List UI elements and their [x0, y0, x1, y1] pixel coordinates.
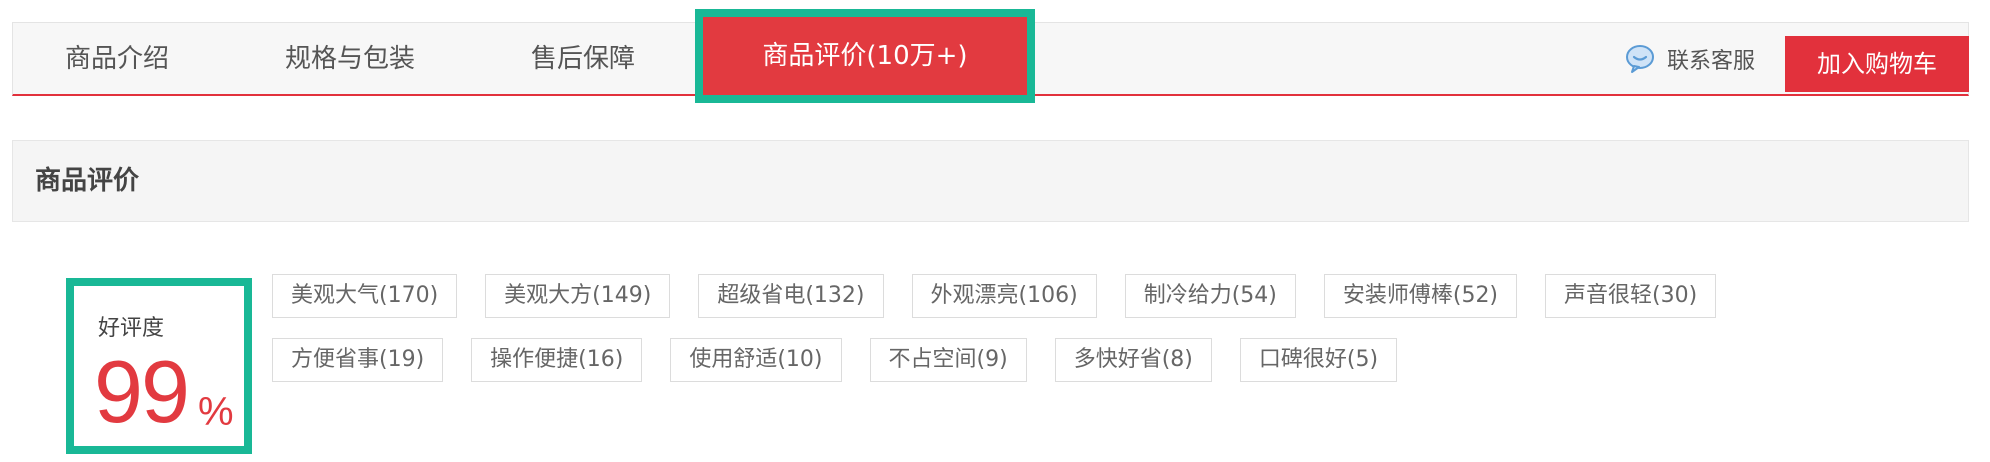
chat-bubble-icon: [1625, 44, 1655, 74]
review-tag[interactable]: 美观大方(149): [485, 274, 671, 318]
reviews-section-header: 商品评价: [12, 140, 1969, 222]
review-tag[interactable]: 声音很轻(30): [1545, 274, 1717, 318]
review-tag[interactable]: 操作便捷(16): [471, 338, 643, 382]
contact-service-link[interactable]: 联系客服: [1625, 23, 1755, 95]
review-tag[interactable]: 超级省电(132): [698, 274, 884, 318]
review-tag[interactable]: 美观大气(170): [272, 274, 458, 318]
tab-after-sales[interactable]: 售后保障: [531, 23, 635, 95]
product-page: 商品介绍 规格与包装 售后保障 商品评价(10万+) 联系客服 加入购物车 商品…: [0, 0, 1990, 462]
review-tag[interactable]: 安装师傅棒(52): [1323, 274, 1518, 318]
review-tag[interactable]: 多快好省(8): [1054, 338, 1212, 382]
review-tag[interactable]: 使用舒适(10): [670, 338, 842, 382]
review-tag[interactable]: 不占空间(9): [869, 338, 1027, 382]
section-title: 商品评价: [35, 166, 140, 196]
rating-unit: %: [198, 390, 234, 434]
tag-row: 方便省事(19) 操作便捷(16) 使用舒适(10) 不占空间(9) 多快好省(…: [272, 338, 1425, 382]
add-to-cart-button[interactable]: 加入购物车: [1785, 36, 1969, 92]
product-tab-bar: 商品介绍 规格与包装 售后保障 商品评价(10万+) 联系客服 加入购物车: [12, 9, 1969, 103]
positive-rating-box: 好评度 99 %: [66, 278, 252, 454]
rating-label: 好评度: [98, 316, 165, 341]
tab-product-reviews[interactable]: 商品评价(10万+): [695, 9, 1035, 103]
contact-service-label: 联系客服: [1667, 49, 1756, 74]
tab-specs-packaging[interactable]: 规格与包装: [285, 23, 415, 95]
tab-product-intro[interactable]: 商品介绍: [65, 23, 169, 95]
review-tag[interactable]: 外观漂亮(106): [911, 274, 1097, 318]
review-tag[interactable]: 方便省事(19): [272, 338, 444, 382]
review-tag[interactable]: 口碑很好(5): [1239, 338, 1398, 382]
tag-row: 美观大气(170) 美观大方(149) 超级省电(132) 外观漂亮(106) …: [272, 274, 1744, 318]
review-tag[interactable]: 制冷给力(54): [1124, 274, 1296, 318]
rating-value: 99: [94, 342, 190, 441]
